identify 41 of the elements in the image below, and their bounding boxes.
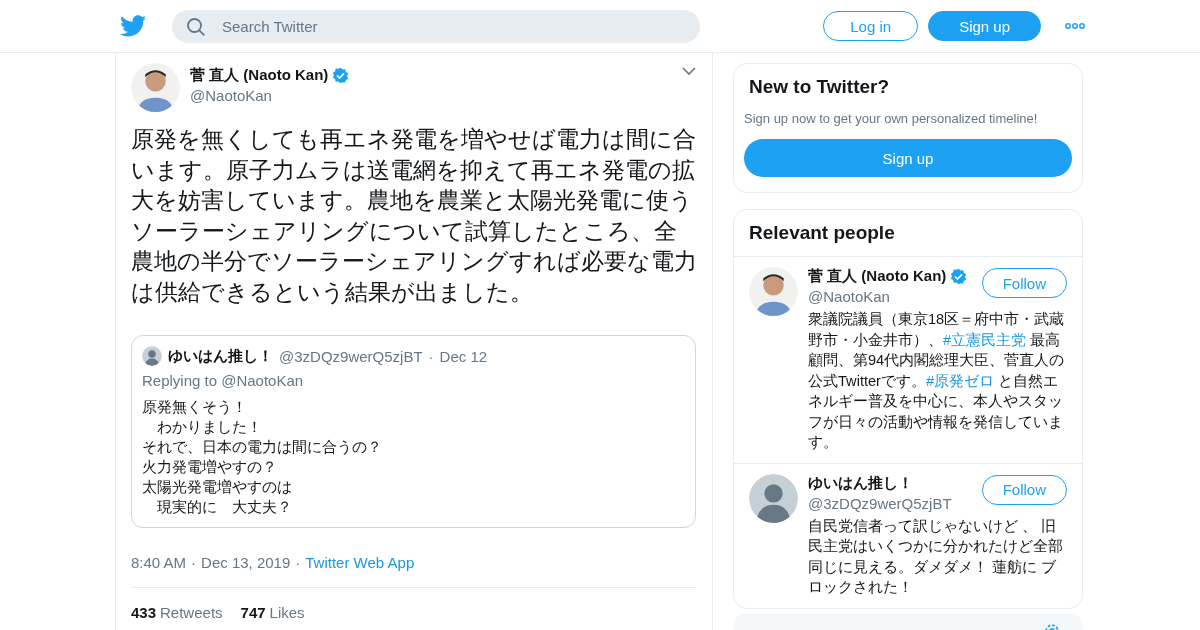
search-field[interactable]: Search Twitter: [172, 9, 700, 43]
login-button[interactable]: Log in: [823, 11, 919, 41]
like-count[interactable]: 747 Likes: [240, 604, 305, 621]
quoted-author-handle: @3zDQz9werQ5zjBT: [279, 347, 423, 365]
author-handle[interactable]: @NaotoKan: [190, 87, 350, 104]
author-name[interactable]: 菅 直人 (Naoto Kan): [190, 66, 329, 85]
card-title: Relevant people: [749, 222, 896, 244]
follow-button[interactable]: Follow: [981, 268, 1067, 298]
person-row[interactable]: ゆいはん推し！ @3zDQz9werQ5zjBT Follow 自民党信者って訳じゃないけど 、 旧民主党はいくつかに分かれたけど全部同じに見える。ダメダメ！ 蓮舫に ブロックされた！: [734, 463, 1082, 608]
person-name[interactable]: 菅 直人 (Naoto Kan): [808, 267, 947, 286]
tweet-time: 8:40 AM: [131, 554, 187, 571]
person-bio: 自民党信者って訳じゃないけど 、 旧民主党はいくつかに分かれたけど全部同じに見える。ダメダメ！ 蓮舫に ブロックされた！: [808, 516, 1064, 597]
hashtag-link[interactable]: #立憲民主党: [943, 331, 1027, 348]
quoted-text-line: わかりました！: [156, 418, 263, 437]
tweet-date: Dec 13, 2019: [201, 554, 291, 571]
retweet-count[interactable]: 433 Retweets: [131, 604, 223, 621]
separator-dot: ·: [295, 554, 301, 571]
quoted-date: Dec 12: [439, 347, 488, 365]
person-name[interactable]: ゆいはん推し！: [808, 473, 913, 493]
card-title: New to Twitter?: [748, 76, 891, 98]
replying-to-text: Replying to @NaotoKan: [142, 372, 305, 389]
person-handle[interactable]: @NaotoKan: [808, 288, 976, 305]
quoted-tweet[interactable]: ゆいはん推し！ @3zDQz9werQ5zjBT · Dec 12 Replying to @NaotoKan 原発無くそう！ わかりました！ それで、日本の電力は間に合うの？ 火力発電増やすの？ 太陽光発電増やすのは 現実的に 大丈夫？: [131, 335, 696, 528]
follow-button[interactable]: Follow: [981, 474, 1067, 505]
person-row[interactable]: 菅 直人 (Naoto Kan) @NaotoKan Follow 衆議院議員（東京18区＝府中市・武蔵野市・小金井市）、#立憲民主党 最高顧問、第94代内閣総理大臣、菅直人の公式Twitterです。#原発ゼロ と自然エネルギー普及を中心に、本人やスタッフが日々の活動や情報を発信しています。: [734, 257, 1082, 464]
quoted-author-name: ゆいはん推し！: [168, 346, 273, 366]
signup-button[interactable]: Sign up: [744, 139, 1072, 177]
quoted-text-line: 原発無くそう！: [142, 398, 248, 417]
tweet-text: 原発を無くしても再エネ発電を増やせば電力は間に合います。原子力ムラは送電網を抑えて再エネ発電の拡大を妨害しています。農地を農業と太陽光発電に使うソーラーシェアリングについて試算したところ、全農地の半分でソーラーシェアリングすれば必要な電力は供給できるという結果が出ました。: [131, 125, 698, 307]
person-handle[interactable]: @3zDQz9werQ5zjBT: [808, 494, 976, 512]
separator-dot: ·: [191, 554, 197, 571]
person-bio: 衆議院議員（東京18区＝府中市・武蔵野市・小金井市）、#立憲民主党 最高顧問、第94代内閣総理大臣、菅直人の公式Twitterです。#原発ゼロ と自然エネルギー普及を中心に、本人やスタッフが日々の活動や情報を発信しています。: [808, 310, 1066, 452]
source-link[interactable]: Twitter Web App: [305, 554, 415, 571]
signup-button[interactable]: Sign up: [928, 11, 1041, 41]
card-text: Sign up now to get your own personalized timeline!: [744, 111, 1039, 126]
separator-dot: ·: [428, 347, 434, 365]
quoted-text-line: 現実的に 大丈夫？: [156, 498, 293, 517]
quoted-text-line: それで、日本の電力は間に合うの？: [142, 438, 383, 457]
quoted-text-line: 火力発電増やすの？: [142, 458, 278, 477]
quoted-text-line: 太陽光発電増やすのは: [142, 478, 293, 497]
hashtag-link[interactable]: #原発ゼロ: [926, 372, 995, 389]
